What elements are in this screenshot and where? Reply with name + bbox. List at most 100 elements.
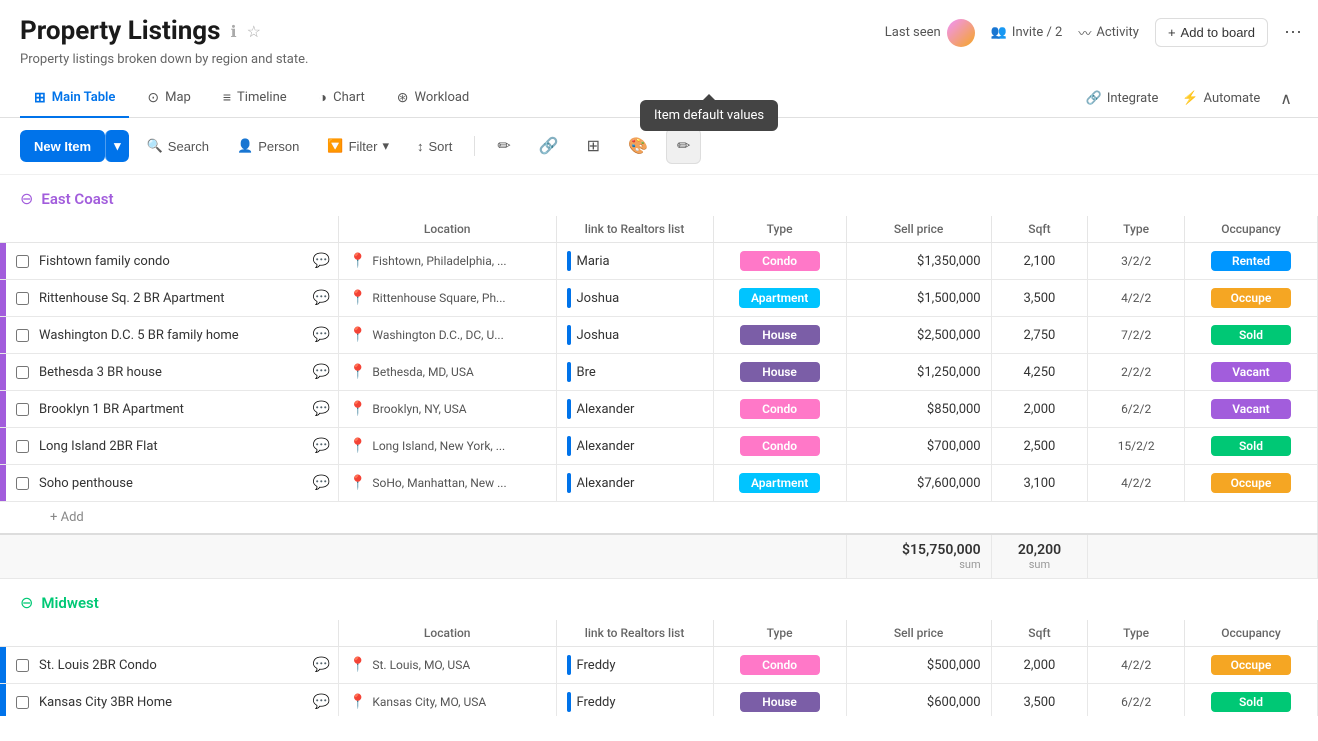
col-header-price-mw: Sell price [846, 620, 991, 647]
comment-icon[interactable]: 💬 [313, 253, 330, 269]
location-cell: 📍 Brooklyn, NY, USA [338, 391, 556, 428]
comment-icon[interactable]: 💬 [313, 327, 330, 343]
location-cell: 📍 Kansas City, MO, USA [338, 684, 556, 717]
row-checkbox[interactable] [16, 366, 29, 379]
table-row[interactable]: Washington D.C. 5 BR family home 💬 📍 Was… [0, 317, 1318, 354]
table-row[interactable]: Kansas City 3BR Home 💬 📍 Kansas City, MO… [0, 684, 1318, 717]
location-pin-icon: 📍 [349, 694, 366, 710]
tab-workload[interactable]: ⊛ Workload [383, 80, 483, 118]
sell-price-cell: $2,500,000 [846, 317, 991, 354]
comment-icon[interactable]: 💬 [313, 401, 330, 417]
sqft-cell: 3,500 [991, 684, 1088, 717]
type-cell: Condo [713, 391, 846, 428]
sell-price-cell: $850,000 [846, 391, 991, 428]
star-icon[interactable]: ☆ [247, 22, 261, 41]
row-checkbox[interactable] [16, 440, 29, 453]
comment-icon[interactable]: 💬 [313, 657, 330, 673]
filter-button[interactable]: 🔽 Filter ▾ [317, 131, 399, 161]
realtor-cell: Alexander [556, 391, 713, 428]
table-row[interactable]: Fishtown family condo 💬 📍 Fishtown, Phil… [0, 243, 1318, 280]
timeline-icon: ≡ [223, 89, 231, 106]
tooltip-popup: Item default values [640, 100, 778, 131]
table-row[interactable]: Soho penthouse 💬 📍 SoHo, Manhattan, New … [0, 465, 1318, 502]
person-button[interactable]: 👤 Person [227, 131, 309, 161]
comment-icon[interactable]: 💬 [313, 694, 330, 710]
table-row[interactable]: Rittenhouse Sq. 2 BR Apartment 💬 📍 Ritte… [0, 280, 1318, 317]
group-arrow-midwest[interactable]: ⊖ [20, 593, 33, 612]
item-name: Bethesda 3 BR house [39, 365, 162, 380]
location-pin-icon: 📍 [349, 475, 366, 491]
item-name: St. Louis 2BR Condo [39, 658, 157, 673]
item-name: Soho penthouse [39, 476, 133, 491]
info-icon[interactable]: ℹ [231, 22, 237, 41]
type-cell: House [713, 317, 846, 354]
type-cell: Condo [713, 647, 846, 684]
row-checkbox[interactable] [16, 329, 29, 342]
type2-cell: 4/2/2 [1088, 280, 1185, 317]
summary-row: $15,750,000 sum 20,200 sum [0, 534, 1318, 579]
comment-icon[interactable]: 💬 [313, 364, 330, 380]
chart-icon: ◑ [319, 89, 327, 106]
tab-chart[interactable]: ◑ Chart [305, 79, 379, 118]
occupancy-cell: Vacant [1184, 354, 1317, 391]
occupancy-cell: Sold [1184, 684, 1317, 717]
row-checkbox[interactable] [16, 659, 29, 672]
table-row[interactable]: St. Louis 2BR Condo 💬 📍 St. Louis, MO, U… [0, 647, 1318, 684]
occupancy-cell: Occupe [1184, 465, 1317, 502]
group-arrow-east[interactable]: ⊖ [20, 189, 33, 208]
more-options-button[interactable]: ⋯ [1284, 22, 1302, 43]
sell-price-cell: $7,600,000 [846, 465, 991, 502]
table-row[interactable]: Bethesda 3 BR house 💬 📍 Bethesda, MD, US… [0, 354, 1318, 391]
new-item-button[interactable]: New Item [20, 130, 105, 162]
type2-cell: 7/2/2 [1088, 317, 1185, 354]
table-row[interactable]: Long Island 2BR Flat 💬 📍 Long Island, Ne… [0, 428, 1318, 465]
group-east-coast: ⊖ East Coast Location link to Realtors l… [0, 175, 1318, 579]
type-cell: Apartment [713, 465, 846, 502]
activity-button[interactable]: 〰 Activity [1078, 23, 1139, 42]
sqft-cell: 2,750 [991, 317, 1088, 354]
col-header-occupancy-mw: Occupancy [1184, 620, 1317, 647]
filter-dropdown-icon: ▾ [382, 138, 389, 154]
type-cell: House [713, 684, 846, 717]
group-title-east: East Coast [41, 190, 113, 208]
hide-button[interactable]: ✏ [487, 129, 520, 163]
row-checkbox[interactable] [16, 696, 29, 709]
collapse-button[interactable]: ∧ [1274, 83, 1298, 114]
link-button[interactable]: 🔗 [529, 129, 569, 163]
col-header-type-mw: Type [713, 620, 846, 647]
col-header-sqft-mw: Sqft [991, 620, 1088, 647]
page-title: Property Listings [20, 16, 221, 46]
invite-button[interactable]: 👥 Invite / 2 [991, 25, 1063, 40]
integrate-button[interactable]: 🔗 Integrate [1076, 85, 1169, 112]
person-icon: 👤 [237, 138, 253, 154]
type-cell: House [713, 354, 846, 391]
sell-price-cell: $1,250,000 [846, 354, 991, 391]
sort-button[interactable]: ↕ Sort [407, 132, 462, 161]
edit-button[interactable]: ✏ [666, 128, 701, 164]
new-item-dropdown-button[interactable]: ▾ [105, 130, 129, 162]
row-checkbox[interactable] [16, 255, 29, 268]
type2-cell: 4/2/2 [1088, 647, 1185, 684]
row-checkbox[interactable] [16, 477, 29, 490]
row-checkbox[interactable] [16, 403, 29, 416]
comment-icon[interactable]: 💬 [313, 475, 330, 491]
paint-button[interactable]: 🎨 [618, 129, 658, 163]
type2-cell: 2/2/2 [1088, 354, 1185, 391]
add-row[interactable]: + Add [0, 502, 1318, 535]
tab-timeline[interactable]: ≡ Timeline [209, 79, 301, 118]
add-to-board-button[interactable]: + Add to board [1155, 18, 1268, 47]
tab-main-table[interactable]: ⊞ Main Table [20, 80, 129, 118]
location-cell: 📍 Bethesda, MD, USA [338, 354, 556, 391]
tab-map[interactable]: ⊙ Map [133, 80, 204, 118]
comment-icon[interactable]: 💬 [313, 290, 330, 306]
automate-button[interactable]: ⚡ Automate [1172, 85, 1270, 112]
expand-button[interactable]: ⊞ [577, 129, 610, 163]
comment-icon[interactable]: 💬 [313, 438, 330, 454]
occupancy-cell: Sold [1184, 428, 1317, 465]
search-button[interactable]: 🔍 Search [137, 131, 219, 161]
col-header-occupancy: Occupancy [1184, 216, 1317, 243]
table-row[interactable]: Brooklyn 1 BR Apartment 💬 📍 Brooklyn, NY… [0, 391, 1318, 428]
row-checkbox[interactable] [16, 292, 29, 305]
location-pin-icon: 📍 [349, 657, 366, 673]
col-header-realtors: link to Realtors list [556, 216, 713, 243]
